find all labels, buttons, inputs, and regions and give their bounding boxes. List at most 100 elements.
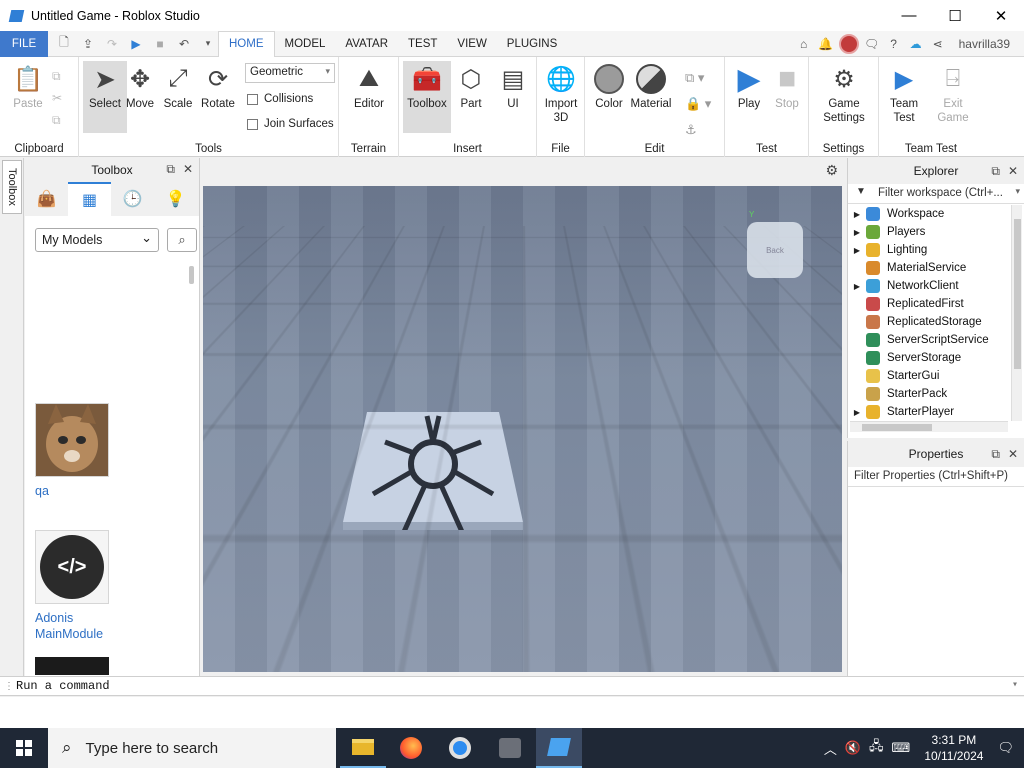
3d-viewport[interactable]: Back Y — [203, 186, 842, 672]
stop-quick-icon[interactable]: ■ — [150, 34, 170, 54]
explorer-item[interactable]: ReplicatedStorage — [848, 313, 1010, 331]
viewport-settings-icon[interactable]: ⚙ — [825, 162, 838, 179]
explorer-item[interactable]: ▶ Players — [848, 223, 1010, 241]
taskbar-search-box[interactable]: ⌕ Type here to search — [48, 728, 336, 768]
expand-arrow-icon[interactable]: ▶ — [848, 408, 866, 417]
tray-overflow-icon[interactable]: ︿ — [824, 739, 837, 758]
spawn-location-part[interactable] — [343, 412, 523, 530]
inventory-grid-icon[interactable]: ▦ — [68, 182, 111, 216]
explorer-filter-input[interactable]: ▼ Filter workspace (Ctrl+... ▾ — [848, 184, 1024, 204]
username[interactable]: havrilla39 — [959, 37, 1010, 51]
close-panel-icon[interactable]: ✕ — [1008, 447, 1018, 462]
file-explorer-taskbar-icon[interactable] — [340, 728, 386, 768]
model-name[interactable]: Adonis MainModule — [35, 610, 135, 642]
app-taskbar-icon[interactable] — [487, 728, 533, 768]
explorer-item[interactable]: ▶ NetworkClient — [848, 277, 1010, 295]
model-item[interactable]: </> Adonis MainModule — [35, 530, 135, 642]
creations-lightbulb-icon[interactable]: 💡 — [154, 182, 197, 216]
model-thumbnail[interactable] — [35, 403, 109, 477]
command-input[interactable]: Run a command — [16, 679, 110, 693]
group-lock-anchor-icons[interactable]: ⧉ ▾ 🔒 ▾ ⚓ — [685, 65, 711, 143]
explorer-item[interactable]: ▶ StarterPlayer — [848, 403, 1010, 421]
expand-arrow-icon[interactable]: ▶ — [848, 210, 866, 219]
command-bar[interactable]: ⋮ Run a command ▾ — [0, 676, 1024, 696]
command-history-dropdown-icon[interactable]: ▾ — [1012, 679, 1018, 691]
notifications-icon[interactable]: 🔔 — [817, 37, 835, 51]
language-icon[interactable]: ⌨ — [892, 740, 911, 756]
drag-grip-icon[interactable]: ⋮ — [4, 681, 14, 693]
search-icon[interactable]: ⌕ — [167, 228, 197, 252]
toolbox-button[interactable]: 🧰 Toolbox — [403, 61, 451, 133]
collisions-toggle[interactable]: Collisions — [247, 93, 313, 105]
toolbox-rail-tab[interactable]: Toolbox — [2, 160, 22, 214]
game-settings-button[interactable]: ⚙ Game Settings — [822, 61, 866, 133]
file-menu[interactable]: FILE — [0, 30, 48, 57]
toolbox-scrollbar[interactable] — [189, 266, 194, 284]
explorer-item[interactable]: StarterPack — [848, 385, 1010, 403]
filter-dropdown-icon[interactable]: ▾ — [1015, 186, 1020, 197]
explorer-item[interactable]: MaterialService — [848, 259, 1010, 277]
model-thumbnail[interactable]: </> — [35, 530, 109, 604]
rotate-tool-button[interactable]: ⟳ Rotate — [196, 61, 240, 133]
model-item[interactable] — [35, 657, 135, 675]
stop-button[interactable]: ■ Stop — [765, 61, 809, 133]
tab-test[interactable]: TEST — [398, 31, 447, 57]
new-file-icon[interactable]: 🗋 — [54, 34, 74, 54]
minimize-button[interactable]: — — [886, 0, 932, 31]
view-selector-cube[interactable]: Back — [747, 222, 803, 278]
tab-model[interactable]: MODEL — [275, 31, 336, 57]
model-name[interactable]: qa — [35, 483, 135, 499]
publish-icon[interactable]: ⇪ — [78, 34, 98, 54]
recent-clock-icon[interactable]: 🕒 — [111, 182, 154, 216]
explorer-item[interactable]: ServerScriptService — [848, 331, 1010, 349]
network-icon[interactable]: 🖧 — [869, 737, 884, 759]
undock-icon[interactable]: ⧉ — [991, 164, 1000, 179]
undock-icon[interactable]: ⧉ — [166, 162, 175, 177]
play-quick-icon[interactable]: ▶ — [126, 34, 146, 54]
join-surfaces-checkbox[interactable] — [247, 118, 258, 130]
redo-icon[interactable]: ↷ — [102, 34, 122, 54]
undo-icon[interactable]: ↶ — [174, 34, 194, 54]
share-icon[interactable]: ⋖ — [929, 37, 947, 51]
volume-muted-icon[interactable]: 🔇 — [845, 740, 861, 756]
scale-tool-button[interactable]: ⤢ Scale — [156, 61, 200, 133]
explorer-item[interactable]: ReplicatedFirst — [848, 295, 1010, 313]
taskbar-clock[interactable]: 3:31 PM 10/11/2024 — [924, 732, 983, 764]
tab-avatar[interactable]: AVATAR — [335, 31, 398, 57]
model-item[interactable]: qa — [35, 403, 135, 499]
cloud-icon[interactable]: ☁ — [907, 37, 925, 51]
material-button[interactable]: Material — [629, 61, 673, 133]
expand-arrow-icon[interactable]: ▶ — [848, 282, 866, 291]
undock-icon[interactable]: ⧉ — [991, 447, 1000, 462]
close-panel-icon[interactable]: ✕ — [1008, 164, 1018, 179]
notification-center-icon[interactable]: 🗨 — [997, 740, 1014, 756]
firefox-taskbar-icon[interactable] — [388, 728, 434, 768]
expand-arrow-icon[interactable]: ▶ — [848, 246, 866, 255]
explorer-item[interactable]: StarterGui — [848, 367, 1010, 385]
explorer-item[interactable]: ServerStorage — [848, 349, 1010, 367]
explorer-horizontal-scrollbar[interactable] — [850, 421, 1008, 432]
customize-qa-icon[interactable]: ▾ — [198, 34, 218, 54]
windows-start-icon[interactable] — [0, 728, 48, 768]
explorer-item[interactable]: ▶ Workspace — [848, 205, 1010, 223]
exit-game-button[interactable]: ⍈ Exit Game — [931, 61, 975, 133]
close-button[interactable]: ✕ — [978, 0, 1024, 31]
join-surfaces-toggle[interactable]: Join Surfaces — [247, 118, 334, 130]
explorer-item[interactable]: ▶ Lighting — [848, 241, 1010, 259]
color-button[interactable]: Color — [587, 61, 631, 133]
collisions-checkbox[interactable] — [247, 93, 258, 105]
paste-button[interactable]: 📋 Paste — [6, 61, 50, 133]
collapse-ribbon-icon[interactable]: ⌂ — [795, 37, 813, 51]
properties-filter-input[interactable]: Filter Properties (Ctrl+Shift+P) — [848, 467, 1024, 487]
transform-mode-dropdown[interactable]: Geometric — [245, 63, 335, 83]
ui-button[interactable]: ▤ UI — [491, 61, 535, 133]
tab-plugins[interactable]: PLUGINS — [497, 31, 568, 57]
chat-icon[interactable]: 🗨 — [863, 37, 881, 51]
category-dropdown[interactable]: My Models — [35, 228, 159, 252]
expand-arrow-icon[interactable]: ▶ — [848, 228, 866, 237]
avatar[interactable] — [838, 34, 859, 54]
model-thumbnail[interactable] — [35, 657, 109, 675]
maximize-button[interactable]: ☐ — [932, 0, 978, 31]
roblox-studio-taskbar-icon[interactable] — [536, 728, 582, 768]
chrome-taskbar-icon[interactable] — [437, 728, 483, 768]
